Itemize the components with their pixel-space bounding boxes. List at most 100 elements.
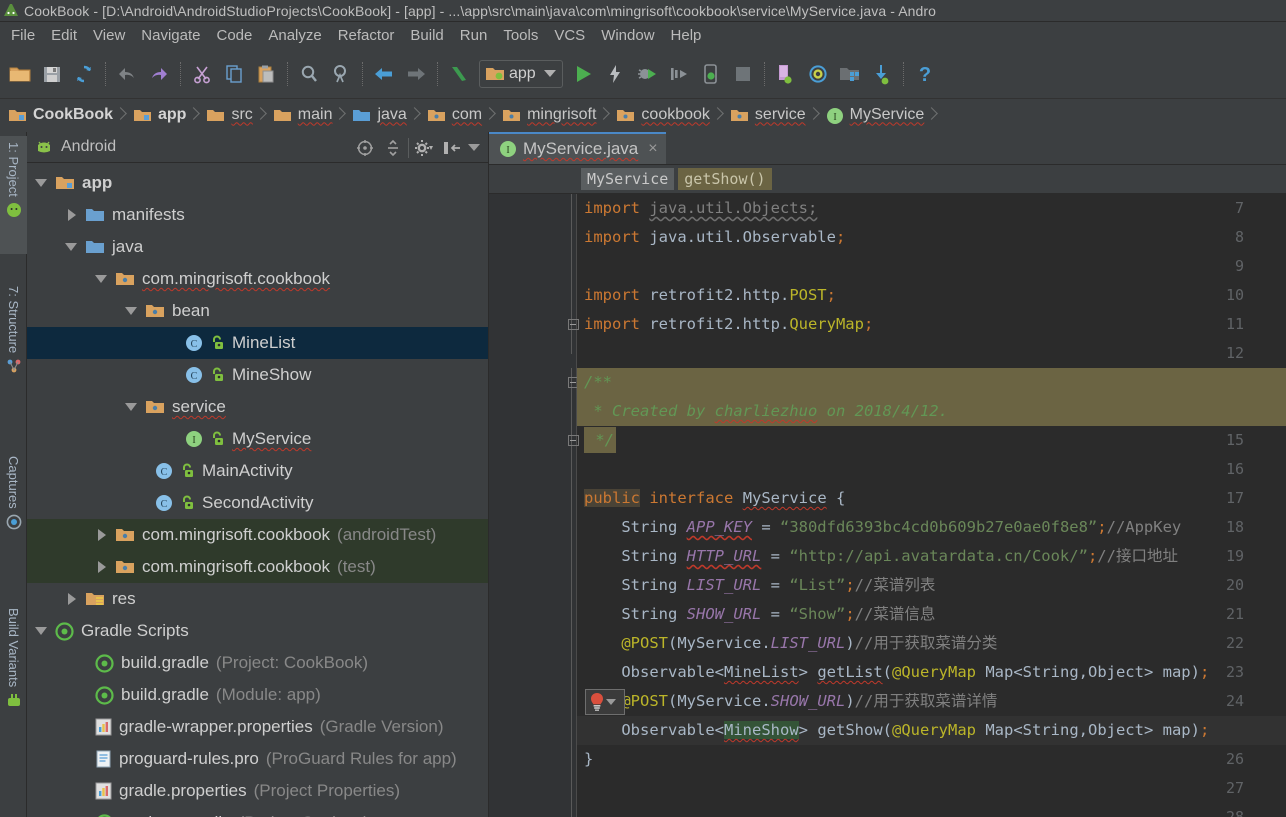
code-line-13[interactable]: /** (577, 368, 1286, 397)
apply-changes-icon[interactable] (599, 57, 631, 91)
menu-edit[interactable]: Edit (43, 25, 85, 46)
editor-tab-myservice[interactable]: I MyService.java × (489, 132, 666, 164)
menu-tools[interactable]: Tools (495, 25, 546, 46)
code-line-12[interactable] (577, 339, 1286, 368)
menu-code[interactable]: Code (208, 25, 260, 46)
code-line-7[interactable]: import java.util.Objects; (577, 194, 1286, 223)
tree-item-manifests[interactable]: manifests (27, 199, 488, 231)
debug-icon[interactable] (631, 57, 663, 91)
code-editor[interactable]: 7 8 9 10 11 12 13 14 15 16 17 18 19 20 2… (489, 194, 1286, 817)
project-view-selector[interactable]: Android (61, 138, 116, 156)
tree-item-res[interactable]: res (27, 583, 488, 615)
tree-item-build-gradle-project[interactable]: build.gradle (Project: CookBook) (27, 647, 488, 679)
tool-tab-structure[interactable]: 7: Structure (0, 280, 27, 415)
menu-view[interactable]: View (85, 25, 133, 46)
chevron-down-icon[interactable] (125, 304, 139, 318)
tool-tab-build-variants[interactable]: Build Variants (0, 602, 27, 762)
tool-tab-captures[interactable]: Captures (0, 450, 27, 565)
code-line-10[interactable]: import retrofit2.http.POST; (577, 281, 1286, 310)
chevron-down-icon[interactable] (468, 143, 480, 151)
tree-item-gradle-wrapper-properties[interactable]: gradle-wrapper.properties (Gradle Versio… (27, 711, 488, 743)
cut-icon[interactable] (186, 57, 218, 91)
structure-crumb-class[interactable]: MyService (581, 168, 675, 190)
chevron-down-icon[interactable] (35, 624, 49, 638)
breadcrumb-item-myservice[interactable]: I MyService (822, 103, 927, 129)
menu-window[interactable]: Window (593, 25, 662, 46)
paste-icon[interactable] (250, 57, 282, 91)
tree-item-proguard-rules[interactable]: proguard-rules.pro (ProGuard Rules for a… (27, 743, 488, 775)
chevron-down-icon[interactable] (606, 699, 616, 705)
code-line-14[interactable]: * Created by charliezhuo on 2018/4/12. (577, 397, 1286, 426)
code-line-16[interactable] (577, 455, 1286, 484)
breadcrumb-item-src[interactable]: src (202, 103, 254, 129)
chevron-down-icon[interactable] (95, 272, 109, 286)
code-line-17[interactable]: public interface MyService { (577, 484, 1286, 513)
avd-manager-icon[interactable] (770, 57, 802, 91)
code-line-24[interactable]: @POST(MyService.SHOW_URL)//用于获取菜谱详情 (577, 687, 1286, 716)
chevron-right-icon[interactable] (95, 528, 109, 542)
editor-gutter[interactable] (489, 194, 577, 817)
settings-gear-icon[interactable] (411, 135, 437, 161)
tree-item-package-main[interactable]: com.mingrisoft.cookbook (27, 263, 488, 295)
hide-panel-icon[interactable] (439, 135, 465, 161)
tree-item-gradle-properties[interactable]: gradle.properties (Project Properties) (27, 775, 488, 807)
breadcrumb-item-cookbook-pkg[interactable]: cookbook (612, 103, 712, 129)
chevron-down-icon[interactable] (65, 240, 79, 254)
redo-icon[interactable] (143, 57, 175, 91)
menu-bar[interactable]: File Edit View Navigate Code Analyze Ref… (0, 22, 1286, 49)
breadcrumb-item-java[interactable]: java (348, 103, 408, 129)
scroll-from-source-icon[interactable] (352, 135, 378, 161)
breadcrumb-item-service[interactable]: service (726, 103, 808, 129)
code-line-11[interactable]: import retrofit2.http.QueryMap; (577, 310, 1286, 339)
chevron-right-icon[interactable] (95, 560, 109, 574)
back-icon[interactable] (368, 57, 400, 91)
module-selector[interactable]: app (479, 59, 563, 88)
tree-item-bean[interactable]: bean (27, 295, 488, 327)
code-line-21[interactable]: String SHOW_URL = “Show”;//菜谱信息 (577, 600, 1286, 629)
tree-item-java[interactable]: java (27, 231, 488, 263)
run-coverage-icon[interactable] (663, 57, 695, 91)
menu-run[interactable]: Run (452, 25, 496, 46)
code-text[interactable]: import java.util.Objects; import java.ut… (577, 194, 1286, 817)
sync-icon[interactable] (68, 57, 100, 91)
code-line-9[interactable] (577, 252, 1286, 281)
stop-icon[interactable] (727, 57, 759, 91)
code-line-23[interactable]: Observable<MineList> getList(@QueryMap M… (577, 658, 1286, 687)
save-all-icon[interactable] (36, 57, 68, 91)
open-folder-icon[interactable] (4, 57, 36, 91)
tree-item-package-androidtest[interactable]: com.mingrisoft.cookbook (androidTest) (27, 519, 488, 551)
breadcrumb-item-app[interactable]: app (129, 103, 188, 129)
tree-item-settings-gradle[interactable]: settings.gradle (Project Settings) (27, 807, 488, 817)
code-line-25[interactable]: Observable<MineShow> getShow(@QueryMap M… (577, 716, 1286, 745)
tool-tab-project[interactable]: 1: Project (0, 136, 27, 254)
chevron-down-icon[interactable] (35, 176, 49, 190)
sdk-manager-icon[interactable] (866, 57, 898, 91)
copy-icon[interactable] (218, 57, 250, 91)
code-line-8[interactable]: import java.util.Observable; (577, 223, 1286, 252)
menu-analyze[interactable]: Analyze (260, 25, 329, 46)
tree-item-secondactivity[interactable]: C SecondActivity (27, 487, 488, 519)
breadcrumb-item-cookbook[interactable]: CookBook (4, 103, 115, 129)
help-icon[interactable]: ? (909, 57, 941, 91)
breadcrumb-item-com[interactable]: com (423, 103, 484, 129)
chevron-down-icon[interactable] (125, 400, 139, 414)
code-line-27[interactable] (577, 774, 1286, 803)
project-tree[interactable]: app manifests java com.mingrisoft.cookbo… (27, 163, 488, 817)
tree-item-minelist[interactable]: C MineList (27, 327, 488, 359)
menu-navigate[interactable]: Navigate (133, 25, 208, 46)
project-structure-icon[interactable] (834, 57, 866, 91)
run-icon[interactable] (567, 57, 599, 91)
chevron-right-icon[interactable] (65, 592, 79, 606)
close-icon[interactable]: × (648, 141, 657, 157)
replace-icon[interactable] (325, 57, 357, 91)
tree-item-app[interactable]: app (27, 167, 488, 199)
intention-bulb-button[interactable] (585, 689, 625, 715)
code-line-26[interactable]: } (577, 745, 1286, 774)
find-icon[interactable] (293, 57, 325, 91)
menu-file[interactable]: File (3, 25, 43, 46)
tree-item-myservice[interactable]: I MyService (27, 423, 488, 455)
tree-item-build-gradle-module[interactable]: build.gradle (Module: app) (27, 679, 488, 711)
code-line-15[interactable]: */ (577, 426, 1286, 455)
menu-build[interactable]: Build (402, 25, 451, 46)
menu-vcs[interactable]: VCS (546, 25, 593, 46)
